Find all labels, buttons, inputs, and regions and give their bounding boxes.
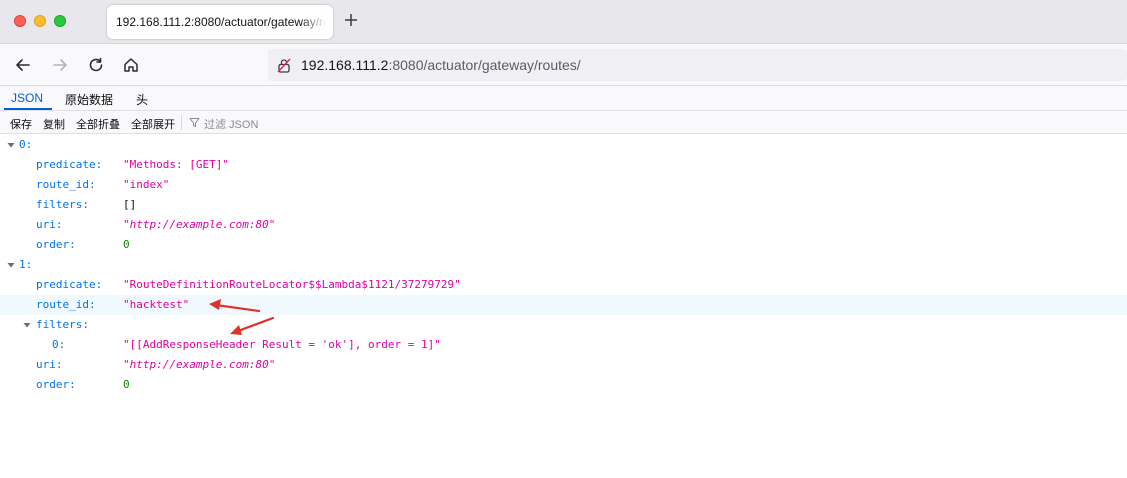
tree-row[interactable]: order: 0: [0, 375, 1127, 395]
key-order: order:: [36, 378, 76, 391]
tree-row[interactable]: filters: []: [0, 195, 1127, 215]
value-route-id: "hacktest": [123, 298, 190, 311]
value-route-id: "index": [123, 178, 170, 191]
navigation-bar: 192.168.111.2:8080/actuator/gateway/rout…: [0, 44, 1127, 86]
tab-title: 192.168.111.2:8080/actuator/gateway/rout…: [116, 15, 326, 29]
key-filters: filters:: [36, 198, 89, 211]
key-filters: filters:: [36, 318, 89, 331]
tree-row[interactable]: order: 0: [0, 235, 1127, 255]
filter-funnel-icon: [189, 115, 200, 133]
minimize-window-button[interactable]: [34, 15, 46, 27]
json-viewer-tabs: JSON 原始数据 头: [0, 86, 1127, 111]
key-order: order:: [36, 238, 76, 251]
tree-row[interactable]: predicate: "RouteDefinitionRouteLocator$…: [0, 275, 1127, 295]
value-uri: "http://example.com:80": [123, 218, 276, 231]
json-toolbar: 保存 复制 全部折叠 全部展开 过滤 JSON: [0, 111, 1127, 134]
expanded-chevron-icon[interactable]: [22, 320, 32, 330]
array-index: 1:: [19, 258, 33, 271]
tab-headers[interactable]: 头: [136, 91, 148, 108]
close-window-button[interactable]: [14, 15, 26, 27]
key-uri: uri:: [36, 358, 63, 371]
key-route-id: route_id:: [36, 178, 96, 191]
value-uri: "http://example.com:80": [123, 358, 276, 371]
value-order: 0: [123, 238, 130, 251]
tree-row[interactable]: predicate: "Methods: [GET]": [0, 155, 1127, 175]
save-button[interactable]: 保存: [10, 116, 32, 132]
value-order: 0: [123, 378, 130, 391]
filter-index: 0:: [52, 338, 66, 351]
reload-icon[interactable]: [85, 54, 107, 76]
key-route-id: route_id:: [36, 298, 96, 311]
collapse-all-button[interactable]: 全部折叠: [76, 116, 120, 132]
key-predicate: predicate:: [36, 158, 103, 171]
value-predicate: "Methods: [GET]": [123, 158, 229, 171]
tree-row-selected[interactable]: route_id: "hacktest": [0, 295, 1127, 315]
browser-tab[interactable]: 192.168.111.2:8080/actuator/gateway/rout…: [107, 5, 333, 39]
expanded-chevron-icon[interactable]: [6, 140, 16, 150]
key-predicate: predicate:: [36, 278, 103, 291]
toolbar-divider: [181, 115, 182, 130]
active-tab-indicator: [4, 108, 52, 110]
key-uri: uri:: [36, 218, 63, 231]
value-filters: []: [123, 198, 137, 211]
value-predicate: "RouteDefinitionRouteLocator$$Lambda$112…: [123, 278, 461, 291]
tree-row[interactable]: 1:: [0, 255, 1127, 275]
zoom-window-button[interactable]: [54, 15, 66, 27]
expanded-chevron-icon[interactable]: [6, 260, 16, 270]
tree-row[interactable]: uri: "http://example.com:80": [0, 215, 1127, 235]
url-host: 192.168.111.2: [301, 57, 389, 73]
copy-button[interactable]: 复制: [43, 116, 65, 132]
url-text: 192.168.111.2:8080/actuator/gateway/rout…: [301, 57, 581, 73]
tree-row[interactable]: route_id: "index": [0, 175, 1127, 195]
tree-row[interactable]: filters:: [0, 315, 1127, 335]
url-bar[interactable]: 192.168.111.2:8080/actuator/gateway/rout…: [268, 49, 1127, 81]
tree-row[interactable]: 0: "[[AddResponseHeader Result = 'ok'], …: [0, 335, 1127, 355]
insecure-lock-icon[interactable]: [277, 58, 291, 78]
tab-raw-data[interactable]: 原始数据: [65, 91, 113, 108]
tab-strip: 192.168.111.2:8080/actuator/gateway/rout…: [0, 0, 1127, 44]
tree-row[interactable]: 0:: [0, 135, 1127, 155]
new-tab-plus-icon[interactable]: [340, 10, 362, 32]
home-icon[interactable]: [120, 54, 142, 76]
url-path: :8080/actuator/gateway/routes/: [388, 57, 581, 73]
forward-arrow-icon[interactable]: [49, 54, 71, 76]
filter-json-input[interactable]: 过滤 JSON: [189, 115, 258, 133]
tree-row[interactable]: uri: "http://example.com:80": [0, 355, 1127, 375]
tab-json[interactable]: JSON: [11, 91, 43, 105]
expand-all-button[interactable]: 全部展开: [131, 116, 175, 132]
filter-placeholder: 过滤 JSON: [204, 119, 259, 131]
array-index: 0:: [19, 138, 33, 151]
value-filter-item: "[[AddResponseHeader Result = 'ok'], ord…: [123, 338, 441, 351]
back-arrow-icon[interactable]: [12, 54, 34, 76]
